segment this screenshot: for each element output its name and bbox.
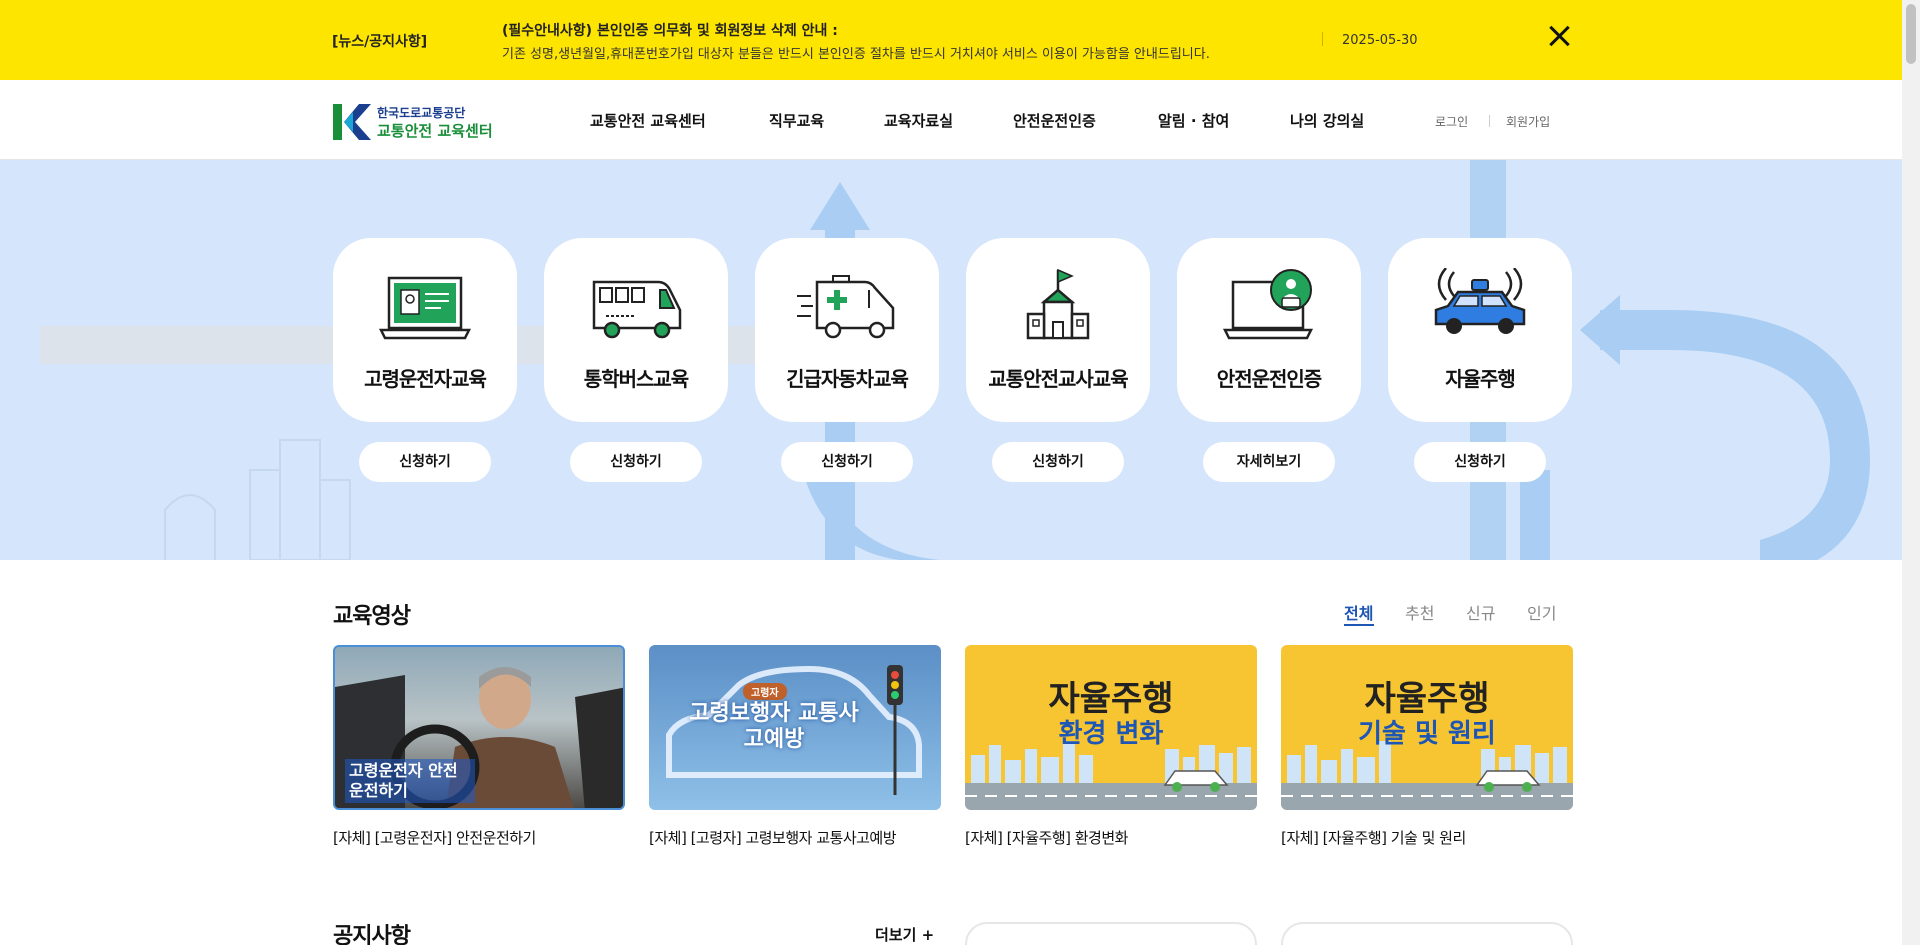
- page: [뉴스/공지사항] (필수안내사항) 본인인증 의무화 및 회원정보 삭제 안내…: [0, 0, 1902, 945]
- video-overlay-subtitle: 기술 및 원리: [1358, 719, 1496, 749]
- program-card-safety-teacher[interactable]: 교통안전교사교육: [966, 238, 1150, 422]
- apply-button-emergency-vehicle[interactable]: 신청하기: [781, 442, 913, 482]
- nav-item-my-classroom[interactable]: 나의 강의실: [1290, 110, 1364, 131]
- video-thumbnail[interactable]: 자율주행 환경 변화: [965, 645, 1257, 810]
- hero-banner: 고령운전자교육 신청하기 통학버스교육 신청하기 긴급자동차교육 신청하기 교통…: [0, 160, 1902, 560]
- city-skyline-decoration: [164, 439, 351, 560]
- info-card[interactable]: [965, 922, 1257, 945]
- signup-link[interactable]: 회원가입: [1506, 113, 1550, 130]
- notice-bar: [뉴스/공지사항] (필수안내사항) 본인인증 의무화 및 회원정보 삭제 안내…: [0, 0, 1902, 80]
- program-label: 긴급자동차교육: [786, 367, 909, 391]
- program-label: 교통안전교사교육: [988, 367, 1128, 391]
- site-logo[interactable]: 한국도로교통공단 교통안전 교육센터: [333, 102, 503, 142]
- videos-section-title: 교육영상: [333, 604, 411, 629]
- koroad-logo-icon: [333, 104, 371, 140]
- video-thumbnail[interactable]: 고령자 고령보행자 교통사고예방: [649, 645, 941, 810]
- video-caption[interactable]: [자체] [자율주행] 환경변화: [965, 827, 1128, 848]
- nav-item-edu-center[interactable]: 교통안전 교육센터: [590, 110, 706, 131]
- tab-recommended[interactable]: 추천: [1405, 600, 1434, 624]
- nav-item-notice-participation[interactable]: 알림 · 참여: [1158, 110, 1229, 131]
- program-card-emergency-vehicle[interactable]: 긴급자동차교육: [755, 238, 939, 422]
- certified-laptop-icon: [1222, 269, 1314, 340]
- program-card-safe-driving-cert[interactable]: 안전운전인증: [1177, 238, 1361, 422]
- apply-button-autonomous[interactable]: 신청하기: [1414, 442, 1546, 482]
- apply-button-senior-driver[interactable]: 신청하기: [359, 442, 491, 482]
- video-overlay-subtitle: 환경 변화: [1058, 719, 1164, 749]
- more-link[interactable]: 더보기 +: [875, 924, 934, 945]
- notice-divider: [1322, 32, 1323, 46]
- notice-desc[interactable]: 기존 성명,생년월일,휴대폰번호가입 대상자 분들은 반드시 본인인증 절차를 …: [502, 43, 1210, 62]
- tab-popular[interactable]: 인기: [1527, 600, 1556, 624]
- nav-item-resources[interactable]: 교육자료실: [884, 110, 953, 131]
- program-card-school-bus[interactable]: 통학버스교육: [544, 238, 728, 422]
- details-button-safe-driving-cert[interactable]: 자세히보기: [1203, 442, 1335, 482]
- video-thumbnail[interactable]: 고령운전자 안전운전하기: [333, 645, 625, 810]
- vertical-scrollbar[interactable]: [1902, 0, 1920, 945]
- nav-item-job-training[interactable]: 직무교육: [769, 110, 824, 131]
- tab-all[interactable]: 전체: [1344, 600, 1373, 624]
- program-card-senior-driver[interactable]: 고령운전자교육: [333, 238, 517, 422]
- video-caption[interactable]: [자체] [고령운전자] 안전운전하기: [333, 827, 536, 848]
- notice-title[interactable]: (필수안내사항) 본인인증 의무화 및 회원정보 삭제 안내 :: [502, 20, 838, 40]
- logo-site-name: 교통안전 교육센터: [377, 122, 493, 140]
- video-overlay-title: 고령보행자 교통사고예방: [689, 701, 859, 752]
- close-icon[interactable]: [1546, 23, 1572, 49]
- notices-section-title: 공지사항: [333, 924, 411, 945]
- scrollbar-thumb[interactable]: [1906, 4, 1916, 64]
- info-card[interactable]: [1281, 922, 1573, 945]
- notice-tag[interactable]: [뉴스/공지사항]: [332, 31, 427, 51]
- notice-date: 2025-05-30: [1342, 33, 1418, 48]
- active-tab-indicator: [1344, 624, 1374, 626]
- site-header: 한국도로교통공단 교통안전 교육센터 교통안전 교육센터 직무교육 교육자료실 …: [0, 80, 1902, 160]
- program-label: 안전운전인증: [1216, 367, 1322, 391]
- school-bus-icon: [592, 280, 682, 339]
- program-label: 통학버스교육: [583, 367, 689, 391]
- video-caption[interactable]: [자체] [고령자] 고령보행자 교통사고예방: [649, 827, 897, 848]
- apply-button-safety-teacher[interactable]: 신청하기: [992, 442, 1124, 482]
- video-thumb-badge: 고령자: [743, 683, 787, 700]
- school-building-icon: [1026, 268, 1090, 340]
- video-overlay-title: 고령운전자 안전운전하기: [345, 759, 475, 803]
- nav-item-safe-driving-cert[interactable]: 안전운전인증: [1013, 110, 1096, 131]
- ambulance-icon: [797, 275, 895, 339]
- tab-new[interactable]: 신규: [1466, 600, 1495, 624]
- util-divider: [1489, 115, 1490, 127]
- program-card-autonomous[interactable]: 자율주행: [1388, 238, 1572, 422]
- program-label: 고령운전자교육: [364, 367, 487, 391]
- video-caption[interactable]: [자체] [자율주행] 기술 및 원리: [1281, 827, 1466, 848]
- autonomous-car-icon: [1434, 268, 1526, 334]
- logo-org-name: 한국도로교통공단: [377, 106, 466, 120]
- video-thumbnail[interactable]: 자율주행 기술 및 원리: [1281, 645, 1573, 810]
- login-link[interactable]: 로그인: [1435, 113, 1468, 130]
- apply-button-school-bus[interactable]: 신청하기: [570, 442, 702, 482]
- program-label: 자율주행: [1445, 367, 1516, 391]
- license-laptop-icon: [378, 276, 472, 340]
